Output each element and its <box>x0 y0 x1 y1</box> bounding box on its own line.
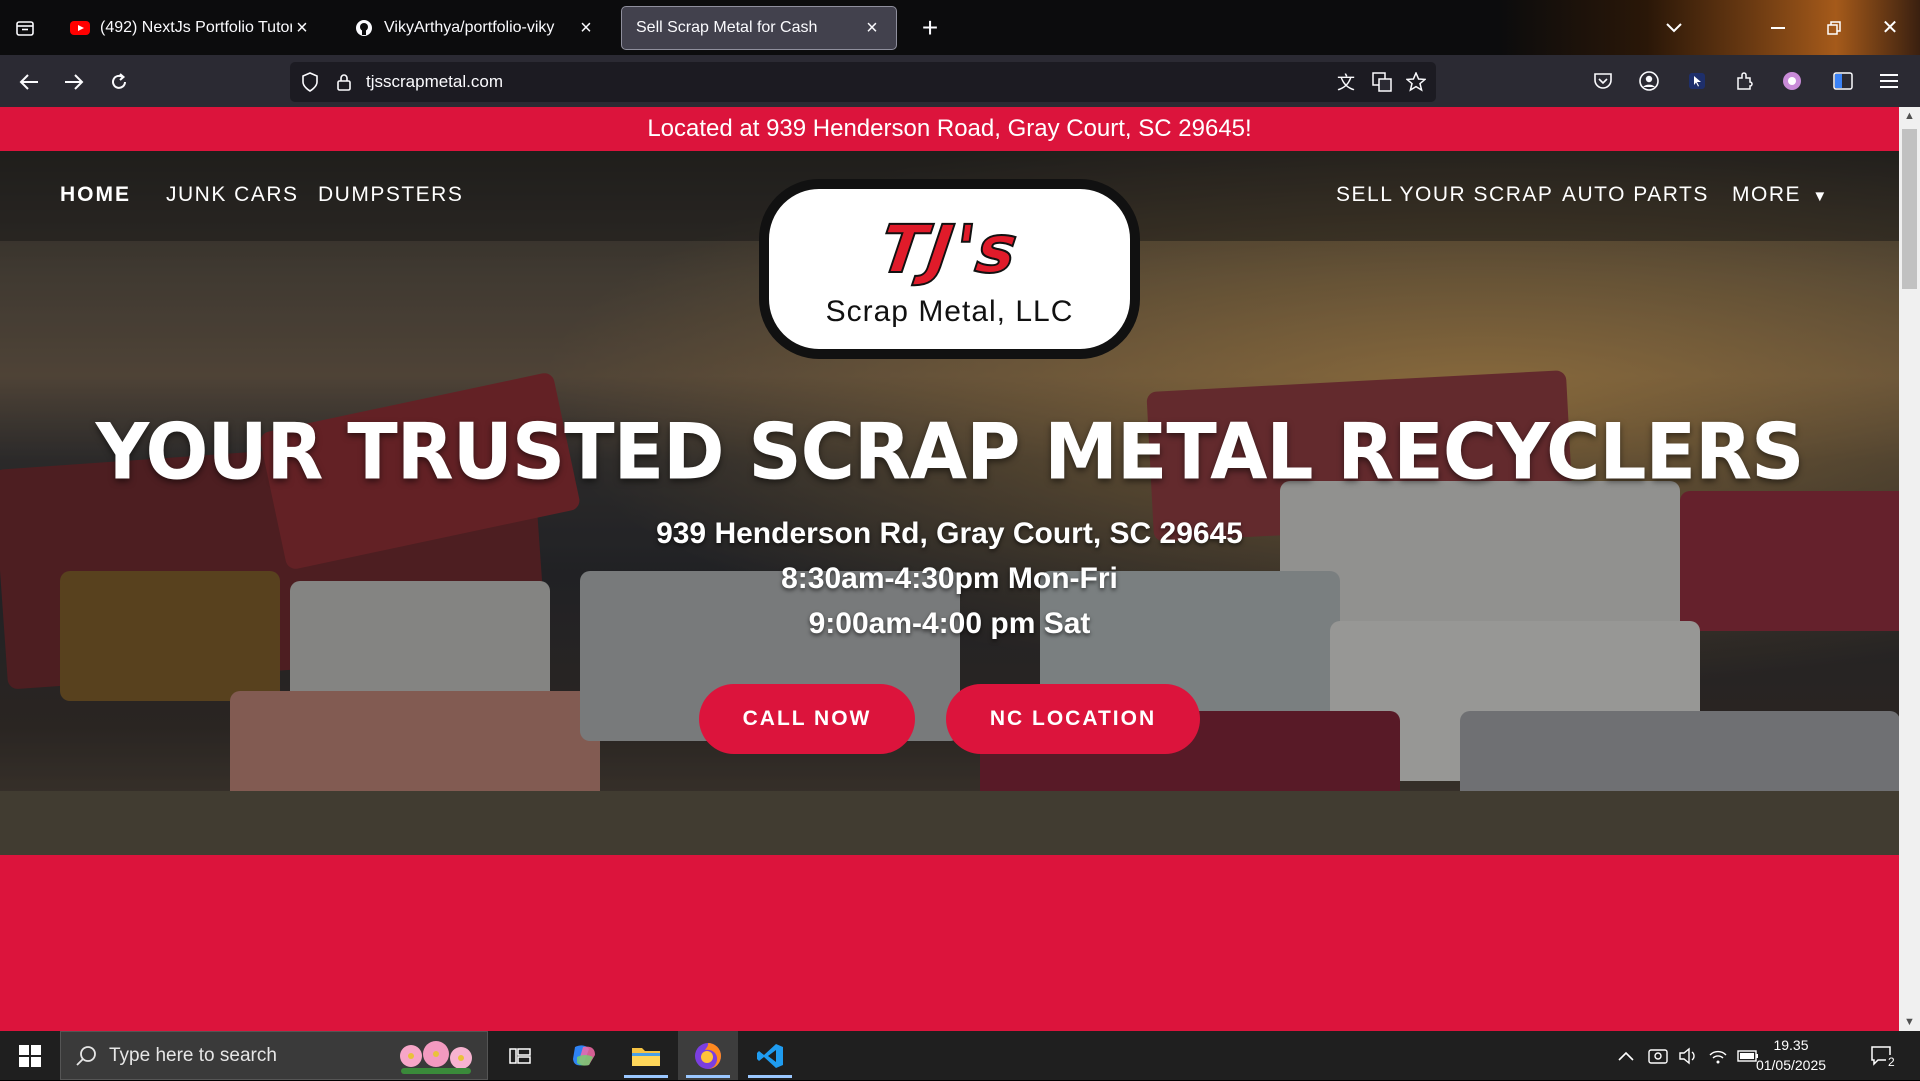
extension-cursor-icon[interactable] <box>1682 66 1712 96</box>
vscode-icon[interactable] <box>740 1031 800 1080</box>
clock-time: 19.35 <box>1773 1037 1809 1053</box>
flowers-decoration-icon <box>391 1036 481 1081</box>
web-page: Located at 939 Henderson Road, Gray Cour… <box>0 107 1899 1031</box>
tab-bar: (492) NextJs Portfolio Tutorial - × Viky… <box>0 0 1920 55</box>
notification-count-badge: 2 <box>1886 1055 1897 1069</box>
scrollbar-thumb[interactable] <box>1902 129 1917 289</box>
nav-more[interactable]: MORE ▼ <box>1732 183 1829 207</box>
scroll-down-arrow-icon[interactable]: ▼ <box>1899 1013 1920 1031</box>
task-view-icon[interactable] <box>490 1031 550 1080</box>
translate-page-icon[interactable] <box>1370 70 1394 94</box>
hero-hours-weekday: 8:30am-4:30pm Mon-Fri <box>781 562 1118 595</box>
account-icon[interactable] <box>1634 66 1664 96</box>
firefox-icon[interactable] <box>678 1031 738 1080</box>
scroll-up-arrow-icon[interactable]: ▲ <box>1899 107 1920 125</box>
site-logo[interactable]: TJ's Scrap Metal, LLC <box>759 179 1140 359</box>
hero-hours-saturday: 9:00am-4:00 pm Sat <box>808 607 1091 640</box>
hamburger-menu-icon[interactable] <box>1874 66 1904 96</box>
tab-title: (492) NextJs Portfolio Tutorial - <box>100 19 292 36</box>
call-now-button[interactable]: CALL NOW <box>699 684 915 754</box>
close-tab-icon[interactable]: × <box>862 17 882 40</box>
clock-date: 01/05/2025 <box>1755 1057 1827 1073</box>
browser-theme-artwork <box>1500 0 1920 55</box>
tab-github[interactable]: VikyArthya/portfolio-viky × <box>340 6 610 50</box>
bookmark-star-icon[interactable] <box>1404 70 1428 94</box>
tab-list-icon[interactable] <box>0 0 50 55</box>
nav-more-label: MORE <box>1732 183 1801 206</box>
logo-brand: TJ's <box>875 210 1025 289</box>
navigation-toolbar: tjsscrapmetal.com 文 <box>0 55 1920 107</box>
taskbar-search-box[interactable]: Type here to search <box>60 1031 488 1080</box>
shield-icon[interactable] <box>298 70 322 94</box>
logo-subtitle: Scrap Metal, LLC <box>825 295 1074 328</box>
extensions-puzzle-icon[interactable] <box>1730 66 1760 96</box>
nav-dumpsters[interactable]: DUMPSTERS <box>318 183 463 207</box>
forward-arrow-icon[interactable] <box>57 65 91 99</box>
translate-icon[interactable]: 文 <box>1334 70 1358 94</box>
tab-title: Sell Scrap Metal for Cash <box>636 19 818 36</box>
tab-sell-scrap-active[interactable]: Sell Scrap Metal for Cash × <box>621 6 897 50</box>
hero-address: 939 Henderson Rd, Gray Court, SC 29645 <box>656 517 1243 550</box>
nav-auto-parts[interactable]: AUTO PARTS <box>1562 183 1709 207</box>
file-explorer-icon[interactable] <box>616 1031 676 1080</box>
close-tab-icon[interactable]: × <box>576 17 596 40</box>
address-bar[interactable]: tjsscrapmetal.com 文 <box>290 62 1436 102</box>
tab-youtube[interactable]: (492) NextJs Portfolio Tutorial - × <box>56 6 326 50</box>
tray-chevron-up-icon[interactable] <box>1612 1031 1640 1080</box>
tab-title: VikyArthya/portfolio-viky <box>384 19 555 36</box>
meet-now-icon[interactable] <box>1644 1031 1672 1080</box>
nc-location-button[interactable]: NC LOCATION <box>946 684 1200 754</box>
tab-overflow-chevron-icon[interactable] <box>1654 10 1694 45</box>
github-icon <box>354 18 374 38</box>
pocket-icon[interactable] <box>1588 66 1618 96</box>
nav-junk-cars[interactable]: JUNK CARS <box>166 183 299 207</box>
wifi-icon[interactable] <box>1704 1031 1732 1080</box>
notification-center-icon[interactable]: 2 <box>1862 1031 1902 1080</box>
new-tab-button[interactable]: + <box>910 8 950 48</box>
extension-avatar-icon[interactable] <box>1777 66 1807 96</box>
volume-icon[interactable] <box>1674 1031 1702 1080</box>
search-icon <box>75 1045 97 1072</box>
hero-section: HOME JUNK CARS DUMPSTERS SELL YOUR SCRAP… <box>0 151 1899 855</box>
taskbar-clock[interactable]: 19.35 01/05/2025 <box>1748 1035 1834 1075</box>
minimize-window-button[interactable] <box>1758 10 1798 45</box>
back-arrow-icon[interactable] <box>12 65 46 99</box>
caret-down-icon: ▼ <box>1812 188 1829 205</box>
windows-taskbar: Type here to search 19.35 01/05/2025 2 <box>0 1031 1920 1080</box>
nav-sell-your-scrap[interactable]: SELL YOUR SCRAP <box>1336 183 1553 207</box>
url-text: tjsscrapmetal.com <box>366 72 503 91</box>
hero-headline: YOUR TRUSTED SCRAP METAL RECYCLERS <box>95 406 1805 498</box>
page-scrollbar[interactable]: ▲ ▼ <box>1899 107 1920 1031</box>
reload-icon[interactable] <box>102 65 136 99</box>
copilot-icon[interactable] <box>554 1031 614 1080</box>
nav-home[interactable]: HOME <box>60 183 131 207</box>
sidebar-icon[interactable] <box>1828 66 1858 96</box>
restore-window-button[interactable] <box>1814 10 1854 45</box>
announcement-bar: Located at 939 Henderson Road, Gray Cour… <box>0 107 1899 151</box>
windows-start-icon[interactable] <box>0 1031 60 1080</box>
lock-icon[interactable] <box>332 70 356 94</box>
close-tab-icon[interactable]: × <box>292 17 312 40</box>
search-placeholder: Type here to search <box>109 1044 277 1066</box>
close-window-button[interactable]: ✕ <box>1870 10 1910 45</box>
youtube-icon <box>70 18 90 38</box>
